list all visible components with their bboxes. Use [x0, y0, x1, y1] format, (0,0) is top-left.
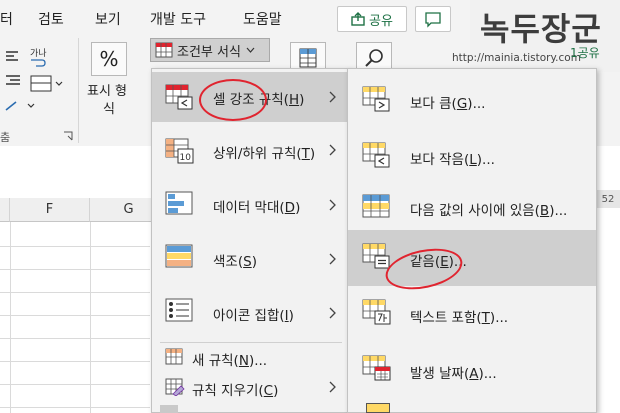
- tab-partial[interactable]: 터: [0, 9, 13, 29]
- menu-item-top-bottom-rules[interactable]: 10 상위/하위 규칙(T): [152, 122, 348, 178]
- menu-item-color-scales[interactable]: 색조(S): [152, 232, 348, 286]
- less-than-icon: [362, 142, 390, 168]
- submenu-item-label: 텍스트 포함(T)...: [410, 310, 509, 326]
- column-header-stub: [0, 198, 10, 222]
- gridline: [0, 407, 150, 408]
- submenu-item-text-contains[interactable]: 텍스트 포함(T)...: [348, 286, 596, 342]
- menu-item-label: 상위/하위 규칙(T): [213, 146, 316, 162]
- chevron-right-icon: [329, 91, 336, 103]
- gridline: [0, 361, 150, 362]
- menu-item-label: 규칙 지우기(C): [192, 383, 279, 399]
- between-icon: [362, 194, 390, 218]
- status-number: 52: [596, 190, 620, 208]
- tab-view[interactable]: 보기: [95, 9, 121, 29]
- dialog-launcher-icon[interactable]: [62, 130, 74, 142]
- menu-item-data-bars[interactable]: 데이터 막대(D): [152, 178, 348, 232]
- tab-developer[interactable]: 개발 도구: [150, 9, 206, 29]
- menu-item-label: 색조(S): [213, 254, 257, 270]
- chevron-right-icon: [329, 253, 336, 265]
- column-header-f[interactable]: F: [10, 198, 90, 222]
- share-button[interactable]: 공유: [337, 6, 407, 32]
- chevron-right-icon: [329, 199, 336, 211]
- tab-review[interactable]: 검토: [38, 9, 64, 29]
- menu-item-manage-rules-partial[interactable]: [160, 405, 178, 413]
- submenu-item-greater-than[interactable]: 보다 큼(G)...: [348, 72, 596, 128]
- watermark-url: http://mainia.tistory.com: [452, 52, 581, 64]
- text-contains-icon: [362, 299, 391, 325]
- menu-item-label: 새 규칙(N)...: [192, 353, 268, 369]
- submenu-item-label: 다음 값의 사이에 있음(B)...: [410, 203, 568, 219]
- chevron-down-icon: [246, 47, 255, 53]
- submenu-item-label: 보다 작음(L)...: [410, 152, 495, 168]
- menu-item-label: 데이터 막대(D): [213, 200, 301, 216]
- icon-sets-icon: [165, 298, 193, 322]
- top-bottom-icon: 10: [165, 138, 194, 164]
- watermark-share-text: 1공유: [570, 46, 600, 60]
- menu-item-new-rule[interactable]: 새 규칙(N)...: [152, 344, 348, 370]
- submenu-item-label: 발생 날짜(A)...: [410, 366, 497, 382]
- comment-icon: [425, 12, 441, 28]
- annotation-circle-highlight-rules: [199, 79, 267, 121]
- equal-to-icon: [362, 243, 390, 269]
- clear-rules-icon: [165, 378, 185, 396]
- orientation-icon[interactable]: [4, 98, 44, 114]
- menu-item-clear-rules[interactable]: 규칙 지우기(C): [152, 374, 348, 400]
- color-scales-icon: [165, 244, 193, 268]
- gridline: [0, 292, 150, 293]
- group-divider: [78, 38, 79, 143]
- comment-button[interactable]: [415, 6, 451, 32]
- menu-item-icon-sets[interactable]: 아이콘 집합(I): [152, 286, 348, 340]
- submenu-item-date-occurring[interactable]: 발생 날짜(A)...: [348, 342, 596, 398]
- menu-item-label: 아이콘 집합(I): [213, 308, 294, 324]
- submenu-item-duplicate-partial[interactable]: [366, 403, 390, 413]
- wrap-text-icon[interactable]: [30, 58, 46, 68]
- gridline: [0, 338, 150, 339]
- chevron-right-icon: [329, 307, 336, 319]
- conditional-format-label: 조건부 서식: [177, 44, 241, 60]
- chevron-right-icon: [329, 381, 336, 393]
- watermark: 녹두장군 http://mainia.tistory.com 1공유: [452, 0, 620, 72]
- conditional-format-menu: 셀 강조 규칙(H) 10 상위/하위 규칙(T) 데이터 막대(D) 색조(S…: [151, 68, 349, 413]
- submenu-item-label: 보다 큼(G)...: [410, 96, 486, 112]
- merge-cells-icon[interactable]: [30, 74, 70, 94]
- share-icon: [351, 12, 365, 26]
- highlight-cells-icon: [165, 84, 193, 110]
- percent-format-button[interactable]: %: [91, 42, 127, 76]
- gridline: [0, 315, 150, 316]
- greater-than-icon: [362, 86, 390, 112]
- alignment-group-label: 춤: [0, 131, 11, 144]
- svg-text:10: 10: [180, 153, 192, 163]
- share-label: 공유: [369, 13, 393, 29]
- gridline: [0, 384, 150, 385]
- chevron-right-icon: [329, 144, 336, 156]
- menu-separator: [160, 342, 342, 343]
- new-rule-icon: [165, 348, 183, 365]
- number-format-label: 표시 형: [87, 84, 128, 99]
- data-bars-icon: [165, 191, 193, 215]
- percent-icon: %: [99, 47, 119, 71]
- number-format-label-2: 식: [103, 102, 115, 117]
- submenu-item-between[interactable]: 다음 값의 사이에 있음(B)...: [348, 184, 596, 230]
- tab-help[interactable]: 도움말: [243, 9, 282, 29]
- conditional-formatting-button[interactable]: 조건부 서식: [150, 38, 270, 62]
- gridline: [0, 269, 150, 270]
- date-occurring-icon: [362, 355, 391, 381]
- highlight-rules-submenu: 보다 큼(G)... 보다 작음(L)... 다음 값의 사이에 있음(B)..…: [347, 68, 597, 413]
- gridline: [0, 246, 150, 247]
- conditional-format-icon: [155, 42, 173, 58]
- submenu-item-less-than[interactable]: 보다 작음(L)...: [348, 128, 596, 184]
